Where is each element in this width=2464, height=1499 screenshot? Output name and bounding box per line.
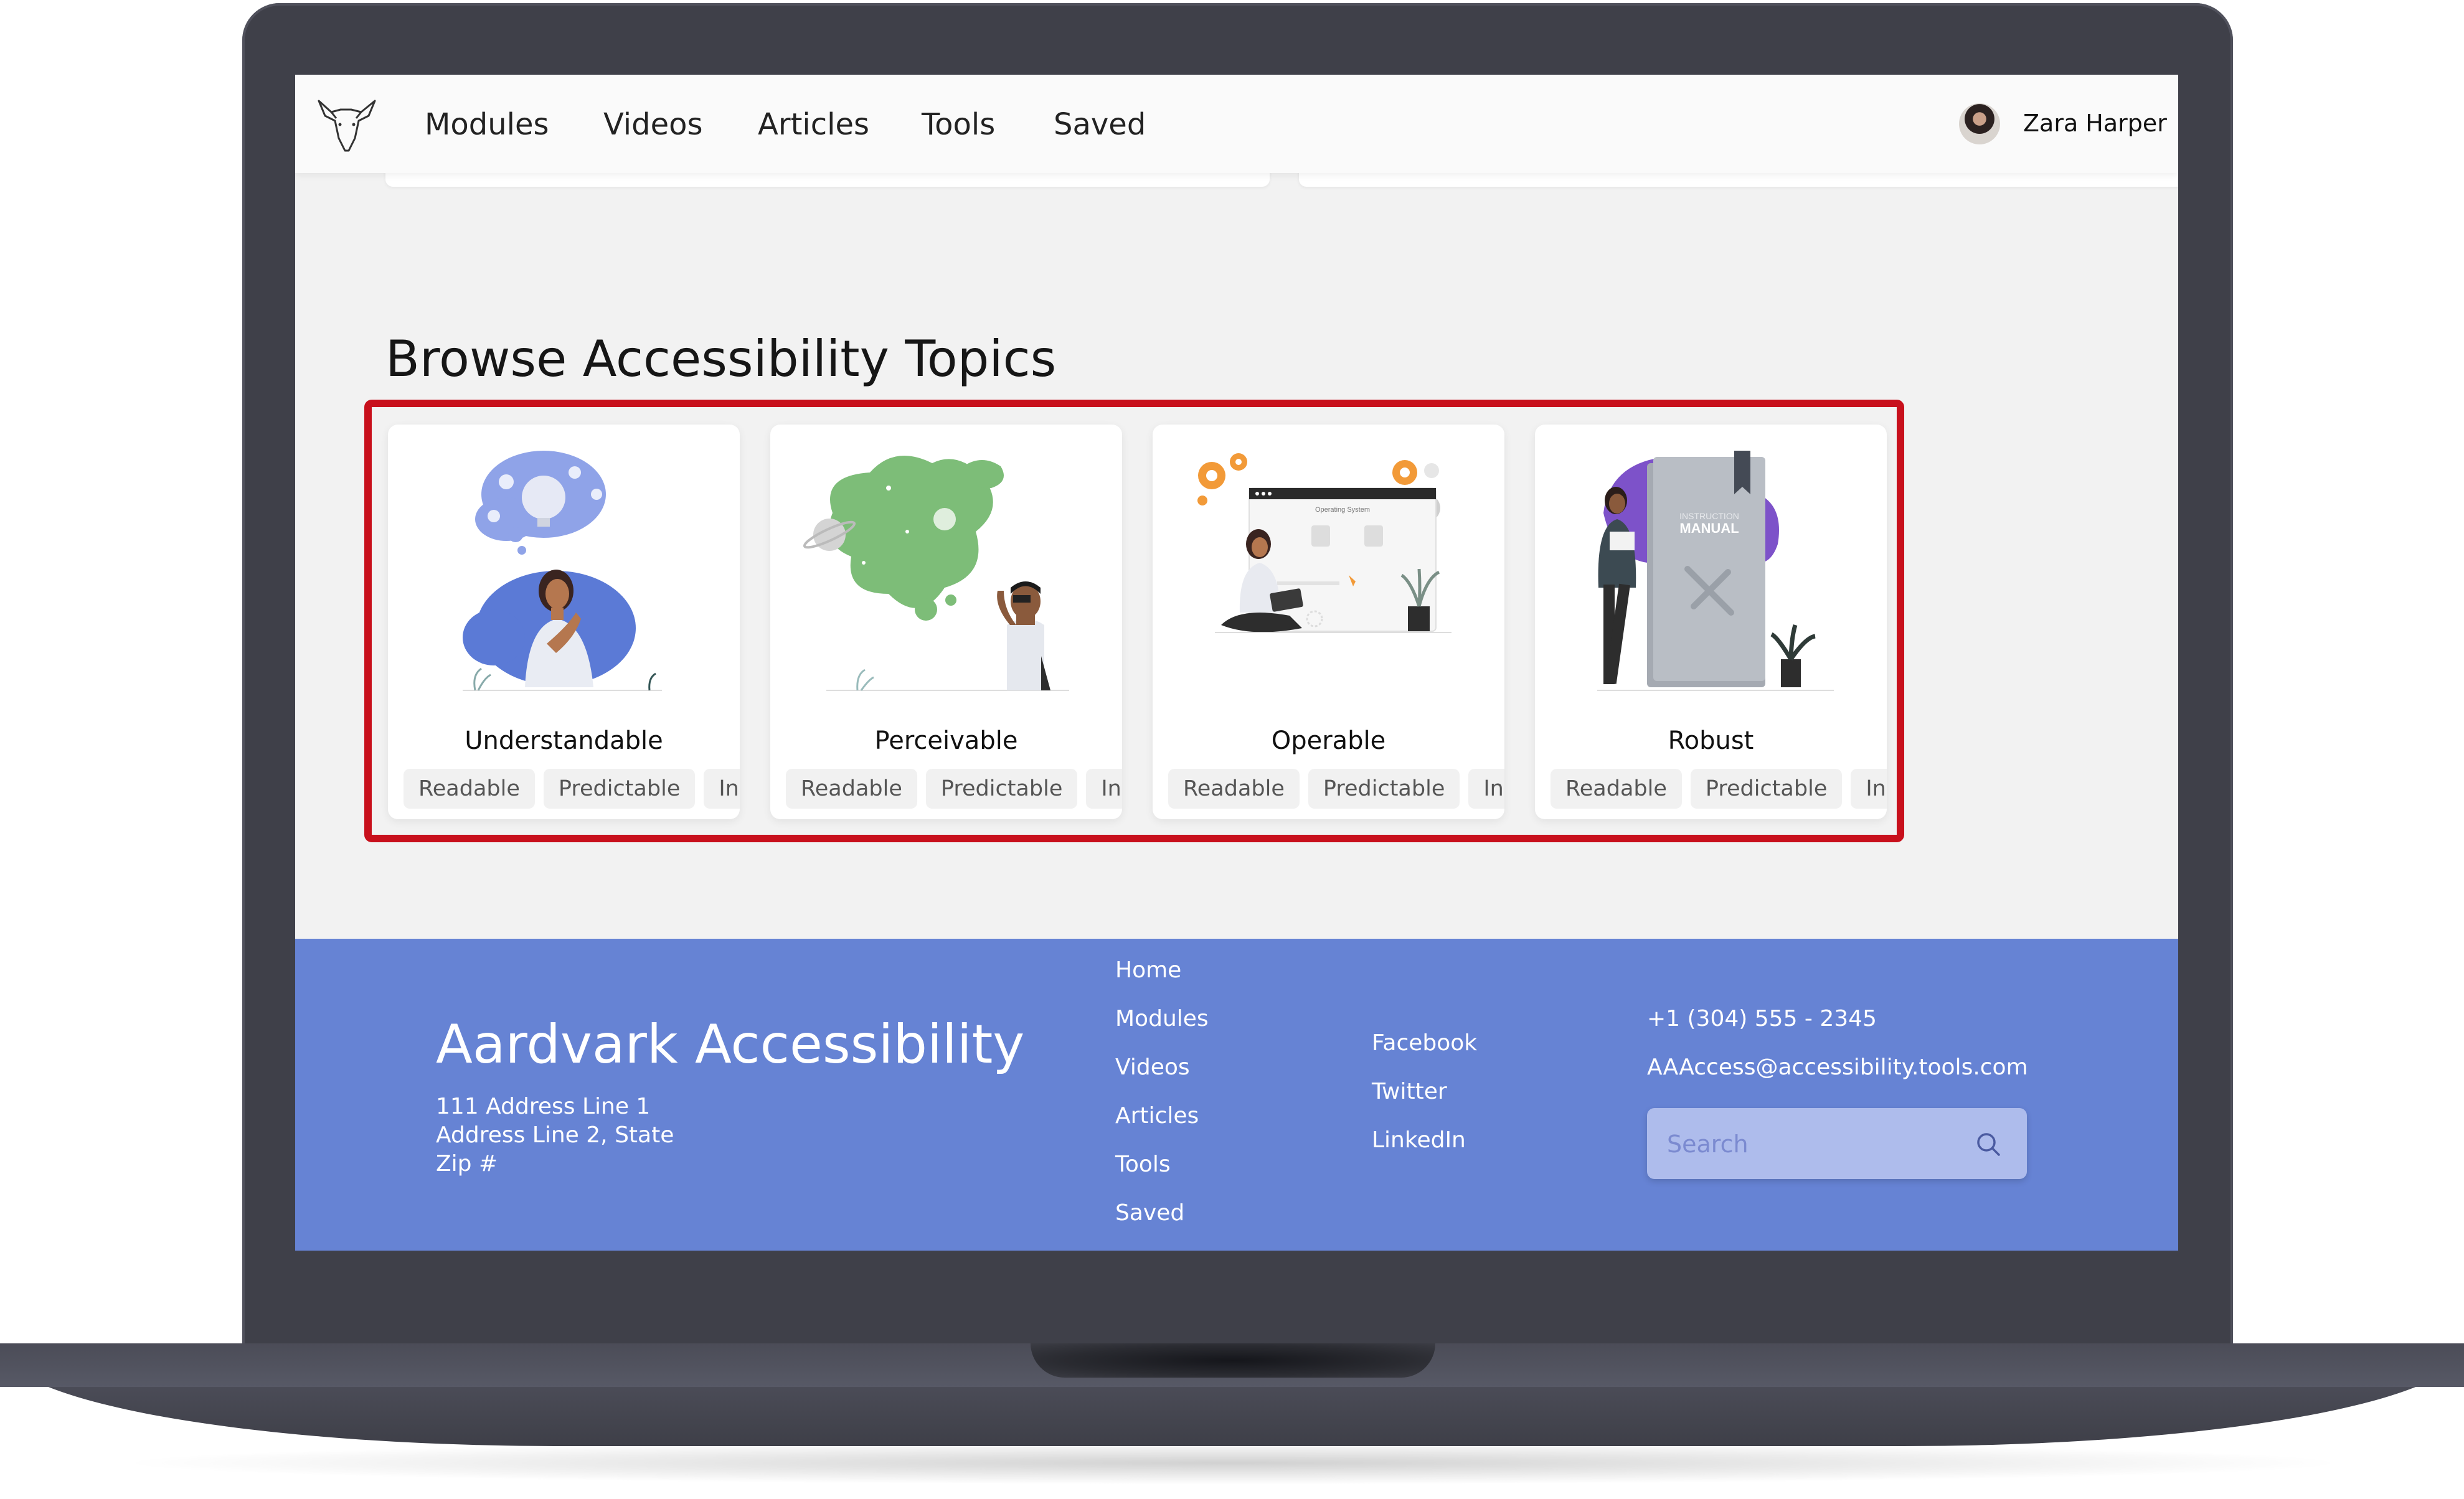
tag-list: ReadablePredictableInput Assistance: [1551, 769, 1887, 809]
topic-title: Operable: [1271, 726, 1386, 755]
nav-saved[interactable]: Saved: [1054, 107, 1146, 142]
laptop-hinge-notch: [1031, 1343, 1435, 1378]
browser-screen: Modules Videos Articles Tools Saved Zara…: [295, 75, 2178, 1251]
nav-tools[interactable]: Tools: [922, 107, 995, 142]
user-name[interactable]: Zara Harper: [2023, 110, 2167, 137]
tag-predictable[interactable]: Predictable: [925, 769, 1078, 809]
tag-readable[interactable]: Readable: [1551, 769, 1682, 809]
footer-email[interactable]: AAAccess@accessibility.tools.com: [1647, 1055, 2028, 1080]
footer-phone[interactable]: +1 (304) 555 - 2345: [1647, 1006, 1877, 1031]
footer-address: 111 Address Line 1 Address Line 2, State…: [436, 1093, 674, 1178]
tag-input-assistance[interactable]: Input Assistance: [1086, 769, 1122, 809]
tag-readable[interactable]: Readable: [404, 769, 535, 809]
footer-link-linkedin[interactable]: LinkedIn: [1372, 1127, 1466, 1153]
nav-articles[interactable]: Articles: [758, 107, 869, 142]
topic-card-perceivable[interactable]: Perceivable ReadablePredictableInput Ass…: [770, 425, 1122, 819]
section-title: Browse Accessibility Topics: [385, 330, 1057, 388]
perceivable-illustration: [803, 456, 1069, 691]
topic-card-robust[interactable]: INSTRUCTION MANUAL Robust Readable Predic…: [1535, 425, 1887, 819]
footer: Aardvark Accessibility 111 Address Line …: [295, 939, 2178, 1251]
address-line: 111 Address Line 1: [436, 1094, 651, 1119]
tag-input-assistance[interactable]: Input Assistance: [704, 769, 740, 809]
understandable-illustration: [463, 451, 662, 691]
tag-predictable[interactable]: Predictable: [1690, 769, 1843, 809]
footer-search-input[interactable]: [1666, 1108, 1967, 1180]
topic-card-operable[interactable]: Operating System Operable Readable Predic…: [1153, 425, 1504, 819]
top-navigation: Modules Videos Articles Tools Saved Zara…: [295, 75, 2178, 173]
footer-link-facebook[interactable]: Facebook: [1372, 1030, 1477, 1056]
footer-link-home[interactable]: Home: [1115, 957, 1181, 983]
aardvark-logo-icon[interactable]: [313, 93, 381, 156]
tag-list: ReadablePredictableInput Assistance: [1168, 769, 1504, 809]
topic-card-understandable[interactable]: Understandable ReadablePredictableInput …: [388, 425, 740, 819]
robust-illustration: INSTRUCTION MANUAL: [1597, 451, 1834, 691]
nav-modules[interactable]: Modules: [425, 107, 549, 142]
footer-link-tools[interactable]: Tools: [1115, 1152, 1171, 1177]
search-icon[interactable]: [1975, 1130, 2002, 1158]
tag-list: ReadablePredictableInput Assistance: [404, 769, 740, 809]
footer-link-articles[interactable]: Articles: [1115, 1103, 1199, 1129]
instruction-text: INSTRUCTION: [1679, 511, 1739, 521]
footer-link-twitter[interactable]: Twitter: [1372, 1079, 1447, 1104]
address-line: Address Line 2, State: [436, 1122, 674, 1148]
footer-search-box[interactable]: [1647, 1108, 2027, 1180]
nav-videos[interactable]: Videos: [603, 107, 703, 142]
footer-link-modules[interactable]: Modules: [1115, 1006, 1209, 1031]
operating-system-text: Operating System: [1315, 506, 1370, 514]
operable-illustration: Operating System: [1197, 453, 1451, 633]
footer-brand: Aardvark Accessibility: [436, 1013, 1025, 1076]
tag-predictable[interactable]: Predictable: [1308, 769, 1460, 809]
tag-readable[interactable]: Readable: [786, 769, 917, 809]
tag-input-assistance[interactable]: Input Assistance: [1468, 769, 1504, 809]
footer-link-saved[interactable]: Saved: [1115, 1200, 1184, 1226]
footer-link-videos[interactable]: Videos: [1115, 1055, 1190, 1080]
manual-text: MANUAL: [1679, 520, 1739, 536]
user-avatar[interactable]: [1959, 103, 2000, 144]
tag-readable[interactable]: Readable: [1168, 769, 1300, 809]
tag-predictable[interactable]: Predictable: [543, 769, 696, 809]
topic-title: Perceivable: [874, 726, 1018, 755]
address-line: Zip #: [436, 1151, 498, 1177]
laptop-shadow: [112, 1441, 2354, 1485]
tag-input-assistance[interactable]: Input Assistance: [1851, 769, 1887, 809]
topic-title: Understandable: [465, 726, 663, 755]
tag-list: ReadablePredictableInput Assistance: [786, 769, 1122, 809]
topic-title: Robust: [1668, 726, 1754, 755]
